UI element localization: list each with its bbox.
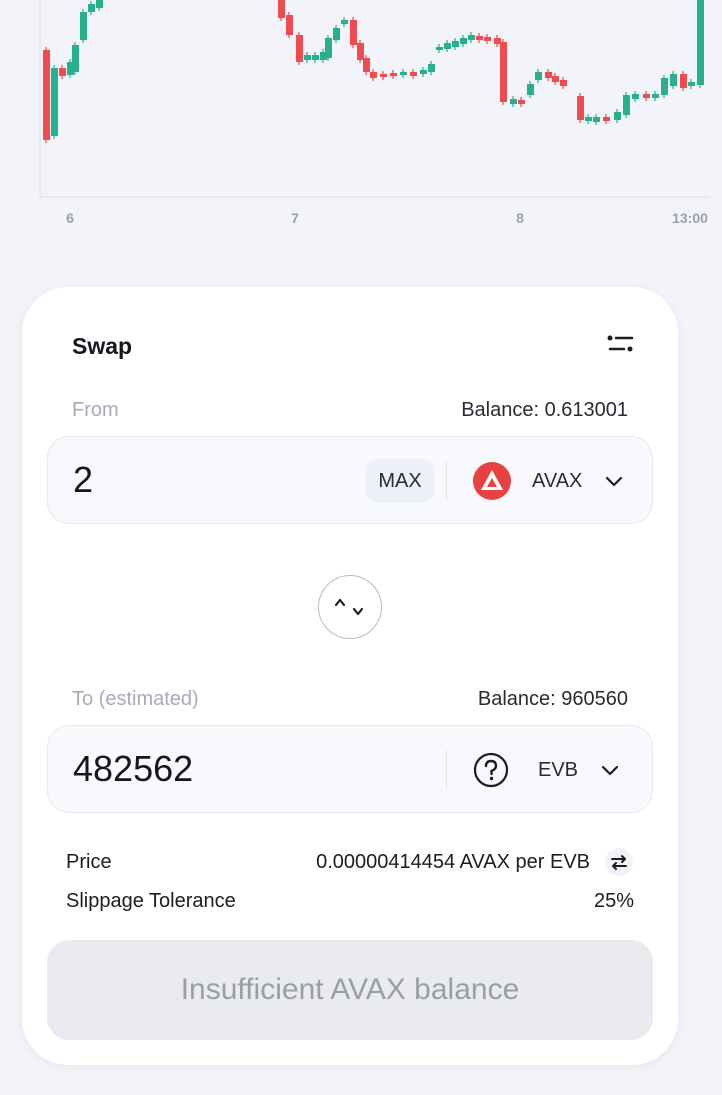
candle-body bbox=[420, 70, 427, 74]
from-input-box: MAX AVAX bbox=[47, 436, 653, 524]
candle-body bbox=[390, 73, 397, 76]
candle-body bbox=[527, 84, 534, 95]
candle-body bbox=[500, 42, 507, 102]
candle-body bbox=[623, 95, 630, 115]
switch-direction-button[interactable] bbox=[318, 575, 382, 639]
candle-body bbox=[510, 99, 517, 104]
price-label: Price bbox=[66, 851, 112, 873]
candle-body bbox=[518, 100, 525, 104]
chevron-down-icon bbox=[606, 476, 623, 487]
slippage-label: Slippage Tolerance bbox=[66, 890, 236, 912]
candle-body bbox=[380, 74, 387, 77]
candle-body bbox=[603, 117, 610, 121]
candle-body bbox=[370, 72, 377, 78]
sliders-icon bbox=[607, 335, 634, 352]
question-mark-icon bbox=[473, 752, 509, 788]
invert-price-icon[interactable] bbox=[604, 847, 634, 877]
candle-body bbox=[444, 43, 451, 49]
to-token-selector[interactable]: EVB bbox=[472, 746, 620, 794]
avax-logo-icon bbox=[473, 462, 511, 500]
chevron-down-icon bbox=[601, 765, 619, 776]
slippage-value: 25% bbox=[593, 890, 634, 912]
divider bbox=[446, 461, 447, 501]
to-token-symbol: EVB bbox=[538, 758, 579, 781]
from-amount-input[interactable] bbox=[73, 459, 333, 501]
candle-body bbox=[670, 74, 677, 86]
x-tick-label: 6 bbox=[66, 210, 74, 226]
submit-swap-button[interactable]: Insufficient AVAX balance bbox=[47, 940, 653, 1040]
candle-body bbox=[88, 4, 95, 12]
candle-body bbox=[460, 38, 467, 44]
candle-body bbox=[341, 20, 348, 24]
candle-body bbox=[51, 68, 58, 136]
candle-body bbox=[363, 58, 370, 72]
x-tick-label: 13:00 bbox=[672, 210, 708, 226]
candle-body bbox=[80, 12, 87, 40]
candle-body bbox=[350, 20, 357, 45]
candle-body bbox=[96, 0, 103, 8]
candle-body bbox=[535, 72, 542, 80]
x-tick-label: 7 bbox=[291, 210, 299, 226]
candle-body bbox=[688, 82, 695, 86]
candle-body bbox=[632, 94, 639, 99]
divider bbox=[446, 750, 447, 790]
candle-body bbox=[286, 15, 293, 35]
card-title: Swap bbox=[72, 333, 133, 359]
candle-body bbox=[661, 78, 668, 95]
to-label: To (estimated) bbox=[72, 688, 199, 710]
candle-body bbox=[552, 76, 559, 82]
x-tick-label: 8 bbox=[516, 210, 524, 226]
settings-button[interactable] bbox=[606, 331, 636, 357]
candle-body bbox=[593, 117, 600, 122]
candle-body bbox=[468, 35, 475, 40]
candle-body bbox=[43, 50, 50, 140]
candlestick-chart bbox=[39, 0, 710, 198]
swap-direction-icon bbox=[334, 598, 364, 616]
candle-body bbox=[325, 38, 332, 58]
candle-body bbox=[296, 35, 303, 62]
candle-body bbox=[304, 55, 311, 60]
candle-body bbox=[545, 72, 552, 78]
swap-card: Swap From Balance: 0.613001 MAX AVAX bbox=[22, 287, 678, 1065]
candle-body bbox=[652, 94, 659, 98]
to-amount-input[interactable] bbox=[73, 748, 333, 790]
candle-body bbox=[680, 74, 687, 88]
candle-body bbox=[484, 37, 491, 41]
candle-body bbox=[614, 112, 621, 120]
from-token-selector[interactable]: AVAX bbox=[472, 457, 624, 505]
candle-body bbox=[697, 0, 704, 85]
candle-body bbox=[410, 72, 417, 76]
max-button[interactable]: MAX bbox=[366, 459, 434, 503]
from-label: From bbox=[72, 399, 119, 421]
candle-body bbox=[643, 94, 650, 98]
price-value: 0.00000414454 AVAX per EVB bbox=[316, 851, 590, 873]
candle-body bbox=[476, 36, 483, 40]
candle-body bbox=[577, 96, 584, 120]
candle-body bbox=[494, 38, 501, 44]
candle-body bbox=[59, 68, 66, 76]
from-balance: Balance: 0.613001 bbox=[461, 399, 628, 421]
candle-body bbox=[452, 41, 459, 47]
candle-body bbox=[72, 45, 79, 72]
candle-body bbox=[400, 72, 407, 75]
from-token-symbol: AVAX bbox=[532, 469, 583, 492]
candle-body bbox=[436, 47, 443, 50]
candle-body bbox=[278, 0, 285, 18]
candle-body bbox=[428, 64, 435, 72]
candle-body bbox=[560, 80, 567, 86]
candle-body bbox=[312, 55, 319, 60]
price-chart[interactable]: 6 7 8 13:00 bbox=[0, 0, 722, 240]
candle-body bbox=[585, 117, 592, 121]
candles-group bbox=[43, 0, 704, 143]
to-balance: Balance: 960560 bbox=[477, 688, 628, 710]
candle-body bbox=[357, 43, 364, 60]
candle-body bbox=[333, 28, 340, 40]
to-input-box: EVB bbox=[47, 725, 653, 813]
